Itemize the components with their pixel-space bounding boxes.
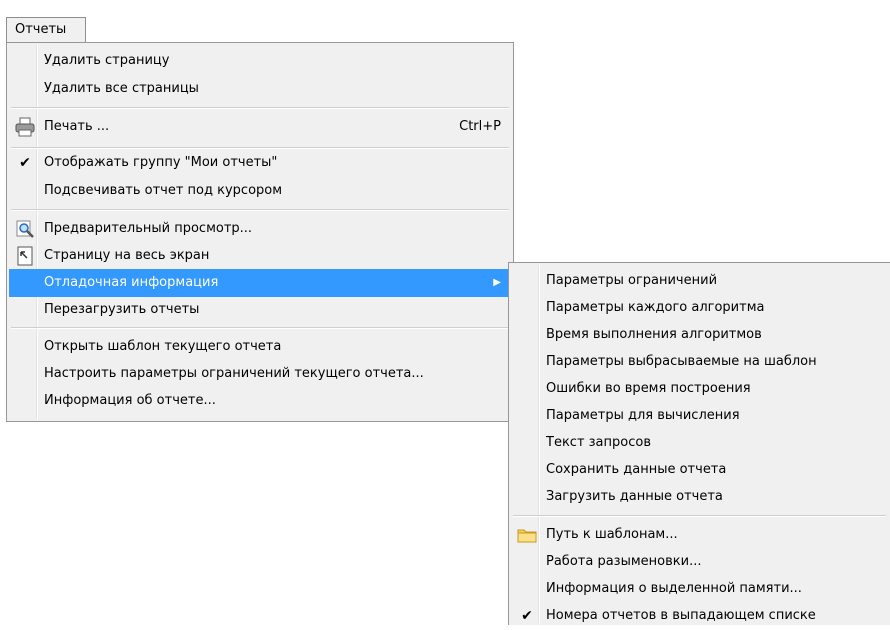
menu-item-page-full-screen[interactable]: Страницу на весь экран bbox=[9, 242, 511, 270]
submenu-item-report-numbers-dropdown[interactable]: ✔ Номера отчетов в выпадающем списке bbox=[511, 602, 888, 630]
menu-item-label: Работа разыменовки... bbox=[546, 554, 702, 569]
submenu-item-params-to-template[interactable]: Параметры выбрасываемые на шаблон bbox=[511, 348, 888, 376]
menu-item-label: Подсвечивать отчет под курсором bbox=[44, 183, 283, 198]
menu-item-label: Настроить параметры ограничений текущего… bbox=[44, 366, 424, 381]
menu-item-label: Удалить страницу bbox=[44, 53, 170, 68]
submenu-item-load-report-data[interactable]: Загрузить данные отчета bbox=[511, 483, 888, 511]
folder-icon bbox=[517, 525, 537, 545]
menu-item-label: Отображать группу "Мои отчеты" bbox=[44, 155, 278, 170]
submenu-arrow-icon: ▶ bbox=[493, 277, 501, 288]
menu-item-delete-all-pages[interactable]: Удалить все страницы bbox=[9, 75, 511, 103]
debug-info-submenu: Параметры ограничений Параметры каждого … bbox=[508, 262, 890, 625]
menu-item-label: Параметры для вычисления bbox=[546, 408, 740, 423]
menu-item-label: Ошибки во время построения bbox=[546, 381, 751, 396]
menu-item-open-current-template[interactable]: Открыть шаблон текущего отчета bbox=[9, 333, 511, 361]
menu-item-label: Параметры каждого алгоритма bbox=[546, 300, 765, 315]
menu-item-label: Параметры выбрасываемые на шаблон bbox=[546, 354, 817, 369]
menu-item-show-my-reports-group[interactable]: ✔ Отображать группу "Мои отчеты" bbox=[9, 149, 511, 177]
menu-separator bbox=[11, 209, 509, 211]
submenu-item-template-path[interactable]: Путь к шаблонам... bbox=[511, 521, 888, 549]
submenu-item-query-text[interactable]: Текст запросов bbox=[511, 429, 888, 457]
printer-icon bbox=[15, 117, 35, 137]
menu-item-label: Печать ... bbox=[44, 119, 110, 134]
submenu-item-build-errors[interactable]: Ошибки во время построения bbox=[511, 375, 888, 403]
menu-item-reload-reports[interactable]: Перезагрузить отчеты bbox=[9, 296, 511, 324]
menu-separator bbox=[513, 515, 886, 517]
menu-separator bbox=[11, 327, 509, 329]
menu-item-label: Отладочная информация bbox=[44, 275, 219, 290]
menu-item-label: Параметры ограничений bbox=[546, 273, 718, 288]
check-icon: ✔ bbox=[521, 608, 533, 624]
menu-item-label: Загрузить данные отчета bbox=[546, 489, 723, 504]
menu-item-label: Текст запросов bbox=[546, 435, 651, 450]
page-fullscreen-icon bbox=[15, 246, 35, 266]
submenu-item-dereference-work[interactable]: Работа разыменовки... bbox=[511, 548, 888, 576]
menu-item-configure-restrictions[interactable]: Настроить параметры ограничений текущего… bbox=[9, 360, 511, 388]
menu-item-print[interactable]: Печать ... Ctrl+P bbox=[9, 113, 511, 141]
magnifier-preview-icon bbox=[15, 219, 35, 239]
menu-separator bbox=[11, 107, 509, 109]
menu-reports[interactable]: Отчеты bbox=[6, 17, 86, 43]
menu-item-debug-info[interactable]: Отладочная информация ▶ bbox=[9, 269, 511, 297]
submenu-item-restriction-params[interactable]: Параметры ограничений bbox=[511, 267, 888, 295]
submenu-item-calc-params[interactable]: Параметры для вычисления bbox=[511, 402, 888, 430]
menu-item-label: Открыть шаблон текущего отчета bbox=[44, 339, 282, 354]
menu-item-preview[interactable]: Предварительный просмотр... bbox=[9, 215, 511, 243]
menu-item-label: Сохранить данные отчета bbox=[546, 462, 727, 477]
menu-item-label: Предварительный просмотр... bbox=[44, 221, 253, 236]
shortcut-label: Ctrl+P bbox=[459, 119, 501, 134]
submenu-item-allocated-memory-info[interactable]: Информация о выделенной памяти... bbox=[511, 575, 888, 603]
menu-item-report-info[interactable]: Информация об отчете... bbox=[9, 387, 511, 415]
reports-dropdown-menu: Удалить страницу Удалить все страницы Пе… bbox=[6, 42, 514, 422]
submenu-item-algorithms-exec-time[interactable]: Время выполнения алгоритмов bbox=[511, 321, 888, 349]
menu-item-label: Информация о выделенной памяти... bbox=[546, 581, 802, 596]
submenu-item-each-algorithm-params[interactable]: Параметры каждого алгоритма bbox=[511, 294, 888, 322]
menu-item-label: Информация об отчете... bbox=[44, 393, 216, 408]
menu-item-label: Время выполнения алгоритмов bbox=[546, 327, 762, 342]
menu-item-label: Путь к шаблонам... bbox=[546, 527, 678, 542]
menu-item-label: Удалить все страницы bbox=[44, 81, 199, 96]
submenu-item-save-report-data[interactable]: Сохранить данные отчета bbox=[511, 456, 888, 484]
menu-item-label: Страницу на весь экран bbox=[44, 248, 210, 263]
menu-item-label: Перезагрузить отчеты bbox=[44, 302, 200, 317]
menu-item-delete-page[interactable]: Удалить страницу bbox=[9, 47, 511, 75]
menu-item-label: Номера отчетов в выпадающем списке bbox=[546, 608, 816, 623]
menu-item-highlight-under-cursor[interactable]: Подсвечивать отчет под курсором bbox=[9, 177, 511, 205]
check-icon: ✔ bbox=[19, 155, 31, 171]
